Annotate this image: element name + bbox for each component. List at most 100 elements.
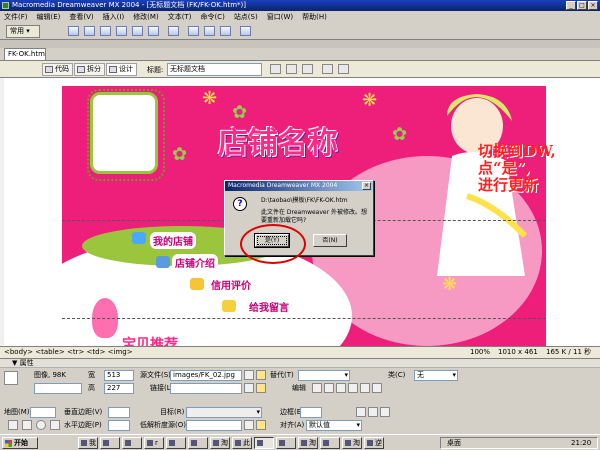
app-icon (367, 440, 373, 446)
lowsrc-field[interactable] (186, 420, 242, 431)
split-view-button[interactable]: 拆分 (74, 63, 105, 76)
close-icon[interactable]: × (588, 1, 598, 10)
width-field[interactable]: 513 (104, 370, 134, 381)
file-management-icon[interactable] (286, 64, 297, 74)
pointer-hotspot-icon[interactable] (8, 420, 18, 430)
image-name-field[interactable] (34, 383, 82, 394)
taskbar-button[interactable]: r (144, 437, 164, 449)
taskbar-button[interactable] (100, 437, 120, 449)
sharpen-icon[interactable] (372, 383, 382, 393)
window-title-bar[interactable]: Macromedia Dreamweaver MX 2004 - [无标题文档 … (0, 0, 600, 11)
point-to-file-icon[interactable] (244, 370, 254, 380)
code-view-button[interactable]: 代码 (42, 63, 73, 76)
menu-site[interactable]: 站点(S) (234, 11, 258, 23)
design-view-button[interactable]: 设计 (106, 63, 137, 76)
resample-icon[interactable] (348, 383, 358, 393)
border-field[interactable] (300, 407, 322, 418)
hspace-field[interactable] (108, 420, 130, 431)
align-left-icon[interactable] (356, 407, 366, 417)
email-link-icon[interactable] (84, 26, 95, 36)
dialog-file-path: D:\taobao\模板\FK\FK-OK.htm (261, 197, 348, 204)
date-icon[interactable] (188, 26, 199, 36)
polygon-hotspot-icon[interactable] (50, 420, 60, 430)
dialog-close-icon[interactable]: × (362, 182, 371, 190)
crop-icon[interactable] (336, 383, 346, 393)
nav-leave-message[interactable]: 给我留言 (246, 298, 292, 315)
menu-modify[interactable]: 修改(M) (133, 11, 159, 23)
source-field[interactable]: images/FK_02.jpg (170, 370, 242, 381)
taskbar-button[interactable] (122, 437, 142, 449)
optimize-icon[interactable] (324, 383, 334, 393)
minimize-icon[interactable]: _ (566, 1, 576, 10)
class-select[interactable]: 无 (414, 370, 458, 381)
height-field[interactable]: 227 (104, 383, 134, 394)
menu-window[interactable]: 窗口(W) (267, 11, 293, 23)
taskbar-button[interactable] (166, 437, 186, 449)
menu-file[interactable]: 文件(F) (4, 11, 28, 23)
hyperlink-icon[interactable] (68, 26, 79, 36)
no-button[interactable]: 否(N) (313, 234, 347, 247)
align-center-icon[interactable] (368, 407, 378, 417)
start-button[interactable]: 开始 (2, 437, 38, 449)
align-right-icon[interactable] (380, 407, 390, 417)
view-options-icon[interactable] (338, 64, 349, 74)
vertical-ruler (0, 78, 4, 346)
document-tab[interactable]: FK-OK.htm (4, 48, 46, 60)
tag-selector[interactable]: <body> <table> <tr> <td> <img> (4, 347, 133, 358)
nav-my-shop[interactable]: 我的店铺 (150, 232, 196, 249)
menu-commands[interactable]: 命令(C) (200, 11, 224, 23)
maximize-icon[interactable]: □ (577, 1, 587, 10)
brightness-icon[interactable] (360, 383, 370, 393)
anchor-icon[interactable] (100, 26, 111, 36)
alt-select[interactable] (298, 370, 350, 381)
image-icon[interactable] (148, 26, 159, 36)
rect-hotspot-icon[interactable] (22, 420, 32, 430)
link-folder-icon[interactable] (256, 383, 266, 393)
menu-view[interactable]: 查看(V) (69, 11, 93, 23)
insert-category-dropdown[interactable]: 常用 ▾ (6, 25, 40, 38)
preview-browser-icon[interactable] (302, 64, 313, 74)
taskbar-button[interactable]: 淘 (210, 437, 230, 449)
link-point-icon[interactable] (244, 383, 254, 393)
link-field[interactable] (170, 383, 242, 394)
taskbar-button[interactable]: 我 (78, 437, 98, 449)
window-size[interactable]: 1010 x 461 (498, 347, 538, 358)
table-icon[interactable] (116, 26, 127, 36)
dialog-title-bar[interactable]: Macromedia Dreamweaver MX 2004 × (225, 181, 373, 191)
desktop-toolbar-label[interactable]: 桌面 (447, 438, 461, 448)
menu-help[interactable]: 帮助(H) (302, 11, 327, 23)
taskbar-button-active[interactable] (254, 437, 274, 449)
menu-text[interactable]: 文本(T) (168, 11, 192, 23)
map-field[interactable] (30, 407, 56, 418)
taskbar-button[interactable] (320, 437, 340, 449)
vspace-field[interactable] (108, 407, 130, 418)
leaf-decoration: ✿ (172, 144, 188, 165)
menu-edit[interactable]: 编辑(E) (37, 11, 61, 23)
media-icon[interactable] (168, 26, 179, 36)
no-browser-check-icon[interactable] (270, 64, 281, 74)
taskbar-button[interactable]: 淘 (342, 437, 362, 449)
fireworks-edit-icon[interactable] (312, 383, 322, 393)
taskbar-button[interactable]: 淘 (298, 437, 318, 449)
nav-shop-intro[interactable]: 店铺介绍 (172, 254, 218, 271)
circle-hotspot-icon[interactable] (36, 420, 46, 430)
menu-insert[interactable]: 插入(I) (103, 11, 125, 23)
nav-credit-rating[interactable]: 信用评价 (208, 276, 254, 293)
layer-icon[interactable] (132, 26, 143, 36)
browse-folder-icon[interactable] (256, 370, 266, 380)
lowsrc-folder-icon[interactable] (256, 420, 266, 430)
page-title-input[interactable]: 无标题文档 (167, 63, 262, 76)
taskbar-button[interactable]: 此 (232, 437, 252, 449)
template-icon[interactable] (220, 26, 231, 36)
comment-icon[interactable] (204, 26, 215, 36)
tag-chooser-icon[interactable] (240, 26, 251, 36)
property-inspector-header[interactable]: ▼ 属性 (0, 359, 600, 368)
taskbar-button[interactable] (276, 437, 296, 449)
refresh-icon[interactable] (322, 64, 333, 74)
taskbar-button[interactable]: 逆 (364, 437, 384, 449)
taskbar-button[interactable] (188, 437, 208, 449)
clock[interactable]: 21:20 (571, 438, 591, 448)
target-select[interactable] (186, 407, 262, 418)
align-select[interactable]: 默认值 (306, 420, 362, 431)
lowsrc-point-icon[interactable] (244, 420, 254, 430)
